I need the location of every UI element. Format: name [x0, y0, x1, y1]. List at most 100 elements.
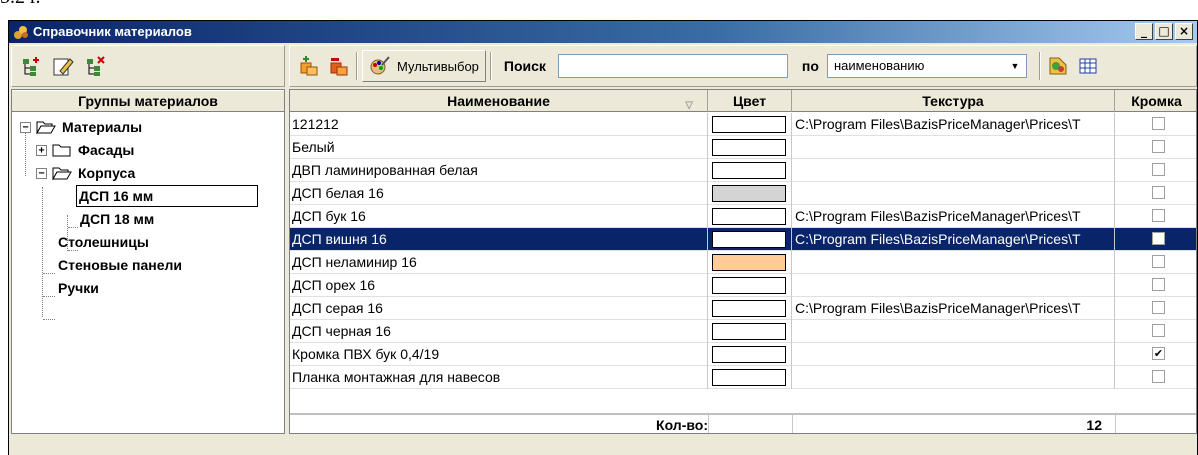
edge-checkbox[interactable]: ✔	[1152, 347, 1165, 360]
color-cell[interactable]	[708, 297, 792, 320]
name-cell[interactable]: ДСП серая 16	[290, 297, 708, 320]
color-swatch[interactable]	[712, 162, 786, 179]
table-row[interactable]: ДСП черная 16	[290, 320, 1196, 343]
color-swatch[interactable]	[712, 116, 786, 133]
color-swatch[interactable]	[712, 231, 786, 248]
texture-cell[interactable]	[792, 159, 1115, 182]
color-swatch[interactable]	[712, 277, 786, 294]
table-view-button[interactable]	[1075, 52, 1101, 80]
edge-checkbox[interactable]	[1152, 163, 1165, 176]
tree-node-cases[interactable]: − Корпуса	[36, 162, 135, 184]
close-button[interactable]: ×	[1175, 23, 1193, 40]
table-row[interactable]: ДСП белая 16	[290, 182, 1196, 205]
table-row[interactable]: ДВП ламинированная белая	[290, 159, 1196, 182]
tree-node-handles[interactable]: Ручки	[58, 277, 99, 299]
name-cell[interactable]: ДСП черная 16	[290, 320, 708, 343]
texture-cell[interactable]	[792, 251, 1115, 274]
color-swatch[interactable]	[712, 300, 786, 317]
color-swatch[interactable]	[712, 369, 786, 386]
name-cell[interactable]: ДВП ламинированная белая	[290, 159, 708, 182]
name-cell[interactable]: Белый	[290, 136, 708, 159]
color-swatch[interactable]	[712, 254, 786, 271]
edge-checkbox[interactable]	[1152, 370, 1165, 383]
color-cell[interactable]	[708, 320, 792, 343]
color-cell[interactable]	[708, 366, 792, 389]
name-cell[interactable]: ДСП вишня 16	[290, 228, 708, 251]
tree-node-chipboard-18[interactable]: ДСП 18 мм	[80, 208, 154, 230]
tree-node-countertops[interactable]: Столешницы	[58, 231, 149, 253]
title-bar[interactable]: Справочник материалов _ □ ×	[9, 21, 1197, 43]
table-row[interactable]: ДСП серая 16 C:\Program Files\BazisPriceM…	[290, 297, 1196, 320]
texture-cell[interactable]: C:\Program Files\BazisPriceManager\Price…	[792, 297, 1115, 320]
color-swatch[interactable]	[712, 208, 786, 225]
tree-node-facades[interactable]: + Фасады	[36, 139, 134, 161]
texture-cell[interactable]	[792, 136, 1115, 159]
name-cell[interactable]: Кромка ПВХ бук 0,4/19	[290, 343, 708, 366]
table-row[interactable]: Планка монтажная для навесов	[290, 366, 1196, 389]
edge-checkbox[interactable]	[1152, 324, 1165, 337]
edge-checkbox[interactable]	[1152, 255, 1165, 268]
search-input[interactable]	[557, 54, 788, 78]
collapse-icon[interactable]: −	[36, 167, 47, 179]
color-cell[interactable]	[708, 228, 792, 251]
column-header-edge[interactable]: Кромка	[1115, 90, 1196, 112]
dropdown-arrow-icon[interactable]: ▼	[1007, 58, 1023, 74]
edge-checkbox[interactable]	[1152, 232, 1165, 245]
collapse-icon[interactable]: −	[20, 121, 31, 133]
color-cell[interactable]	[708, 113, 792, 136]
table-row[interactable]: 121212 C:\Program Files\BazisPriceManager…	[290, 113, 1196, 136]
color-swatch[interactable]	[712, 139, 786, 156]
search-by-select[interactable]: наименованию ▼	[826, 54, 1027, 78]
color-swatch[interactable]	[712, 346, 786, 363]
edge-checkbox[interactable]	[1152, 209, 1165, 222]
texture-cell[interactable]: C:\Program Files\BazisPriceManager\Price…	[792, 113, 1115, 136]
delete-material-button[interactable]	[326, 52, 352, 80]
color-cell[interactable]	[708, 343, 792, 366]
edit-group-button[interactable]	[50, 52, 76, 80]
texture-cell[interactable]	[792, 320, 1115, 343]
color-swatch[interactable]	[712, 323, 786, 340]
texture-cell[interactable]	[792, 366, 1115, 389]
color-cell[interactable]	[708, 182, 792, 205]
add-material-button[interactable]	[296, 52, 322, 80]
name-cell[interactable]: ДСП неламинир 16	[290, 251, 708, 274]
table-row[interactable]: Кромка ПВХ бук 0,4/19 ✔	[290, 343, 1196, 366]
texture-cell[interactable]: C:\Program Files\BazisPriceManager\Price…	[792, 228, 1115, 251]
tree-node-wall-panels[interactable]: Стеновые панели	[58, 254, 182, 276]
edge-checkbox[interactable]	[1152, 278, 1165, 291]
column-header-texture[interactable]: Текстура	[792, 90, 1115, 112]
texture-cell[interactable]: C:\Program Files\BazisPriceManager\Price…	[792, 205, 1115, 228]
color-cell[interactable]	[708, 251, 792, 274]
color-cell[interactable]	[708, 136, 792, 159]
delete-group-button[interactable]	[82, 52, 108, 80]
edge-checkbox[interactable]	[1152, 117, 1165, 130]
name-cell[interactable]: ДСП белая 16	[290, 182, 708, 205]
texture-cell[interactable]	[792, 274, 1115, 297]
column-header-name[interactable]: Наименование ▽	[290, 90, 708, 112]
name-cell[interactable]: Планка монтажная для навесов	[290, 366, 708, 389]
color-cell[interactable]	[708, 159, 792, 182]
edge-checkbox[interactable]	[1152, 186, 1165, 199]
color-swatch[interactable]	[712, 185, 786, 202]
textures-button[interactable]	[1045, 52, 1071, 80]
texture-cell[interactable]	[792, 182, 1115, 205]
expand-icon[interactable]: +	[36, 144, 47, 156]
color-cell[interactable]	[708, 205, 792, 228]
color-cell[interactable]	[708, 274, 792, 297]
edge-checkbox[interactable]	[1152, 301, 1165, 314]
name-cell[interactable]: 121212	[290, 113, 708, 136]
name-cell[interactable]: ДСП орех 16	[290, 274, 708, 297]
table-row[interactable]: Белый	[290, 136, 1196, 159]
maximize-button[interactable]: □	[1155, 23, 1173, 40]
edge-checkbox[interactable]	[1152, 140, 1165, 153]
tree-node-chipboard-16[interactable]: ДСП 16 мм	[76, 185, 258, 207]
minimize-button[interactable]: _	[1135, 23, 1153, 40]
tree-node-materials[interactable]: − Материалы	[20, 116, 142, 138]
texture-cell[interactable]	[792, 343, 1115, 366]
table-row[interactable]: ДСП вишня 16 C:\Program Files\BazisPriceM…	[290, 228, 1196, 251]
table-row[interactable]: ДСП неламинир 16	[290, 251, 1196, 274]
multiselect-button[interactable]: Мультивыбор	[362, 50, 486, 82]
add-group-button[interactable]	[18, 52, 44, 80]
column-header-color[interactable]: Цвет	[708, 90, 792, 112]
name-cell[interactable]: ДСП бук 16	[290, 205, 708, 228]
